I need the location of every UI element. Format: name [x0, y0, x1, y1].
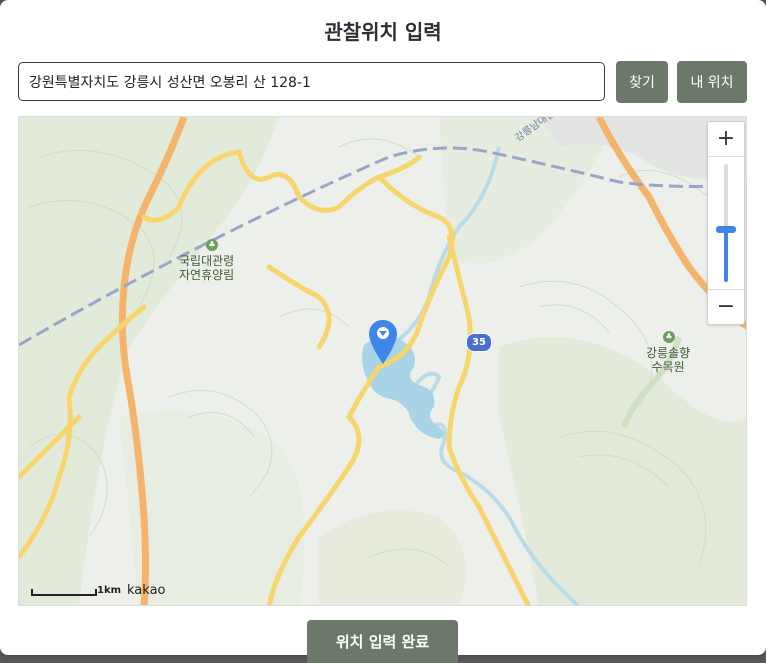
find-button[interactable]: 찾기 [616, 61, 668, 103]
forest-label-text: 국립대관령 자연휴양림 [179, 254, 235, 282]
zoom-out-button[interactable]: − [708, 289, 744, 324]
location-modal: 관찰위치 입력 찾기 내 위치 [0, 0, 766, 655]
forest-label: 국립대관령 자연휴양림 [179, 254, 234, 282]
zoom-slider-handle[interactable] [716, 225, 736, 233]
my-location-button[interactable]: 내 위치 [677, 61, 747, 103]
park-icon: ♣ [663, 331, 675, 343]
zoom-slider-fill [724, 228, 728, 282]
confirm-location-button[interactable]: 위치 입력 완료 [307, 620, 458, 663]
address-input[interactable] [18, 62, 605, 101]
scale-bar [31, 589, 97, 596]
location-pin-icon[interactable] [369, 320, 397, 368]
map-attribution: kakao [127, 583, 166, 598]
road-route-badge: 35 [466, 333, 492, 352]
zoom-control: + − [707, 121, 745, 325]
modal-title: 관찰위치 입력 [324, 20, 442, 44]
arboretum-label: 강릉솔향 수목원 [646, 346, 690, 374]
park-icon: ♣ [206, 239, 218, 251]
scale-label: 1km [97, 585, 122, 596]
arboretum-label-text: 강릉솔향 수목원 [646, 346, 691, 374]
map-view[interactable]: 강릉남대천 ♣ 국립대관령 자연휴양림 ♣ 강릉솔향 수목원 35 + − 1k… [18, 116, 747, 606]
zoom-in-button[interactable]: + [708, 122, 744, 157]
